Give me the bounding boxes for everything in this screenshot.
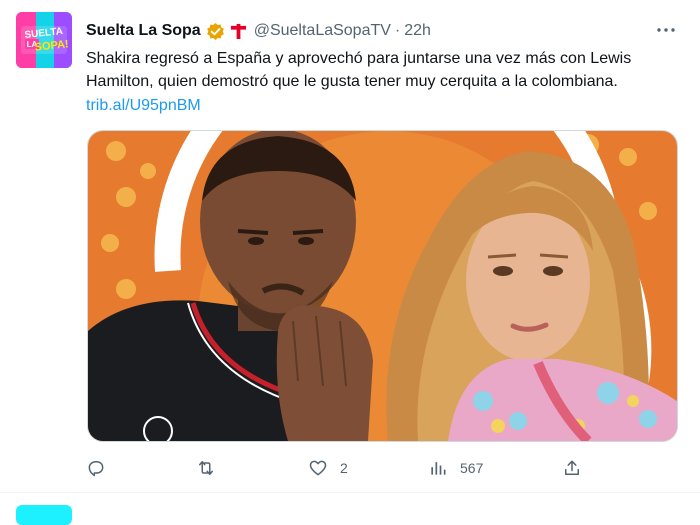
tweet-actions: 2 567 [86,456,586,480]
verified-badge-icon [206,22,225,41]
avatar[interactable]: SUELTA LA SOPA! [16,12,72,68]
tweet-text: Shakira regresó a España y aprovechó par… [86,50,632,90]
reply-icon [88,461,104,477]
tweet-header: Suelta La Sopa @SueltaLaSopaTV · 22h [86,20,431,42]
tweet[interactable]: SUELTA LA SOPA! Suelta La Sopa @SueltaLa… [0,0,700,492]
tweet-timestamp[interactable]: 22h [404,22,431,40]
views-chart-icon [431,462,446,475]
views-count: 567 [460,460,484,476]
heart-icon [309,460,327,476]
like-count: 2 [340,460,348,476]
views-button[interactable]: 567 [428,456,483,480]
tweet-divider [0,492,700,493]
tweet-media-image[interactable] [87,130,678,442]
share-icon [565,460,579,475]
author-name[interactable]: Suelta La Sopa [86,22,201,40]
reply-button[interactable] [86,456,118,480]
author-handle[interactable]: @SueltaLaSopaTV [254,22,391,40]
tweet-link[interactable]: trib.al/U95pnBM [86,94,201,117]
telemundo-logo-icon [230,23,247,40]
more-options-icon[interactable] [654,18,678,42]
separator-dot: · [394,22,401,39]
retweet-button[interactable] [196,456,228,480]
share-button[interactable] [562,456,582,480]
retweet-icon [199,461,213,475]
like-button[interactable]: 2 [308,456,348,480]
next-tweet-avatar[interactable] [16,505,72,525]
